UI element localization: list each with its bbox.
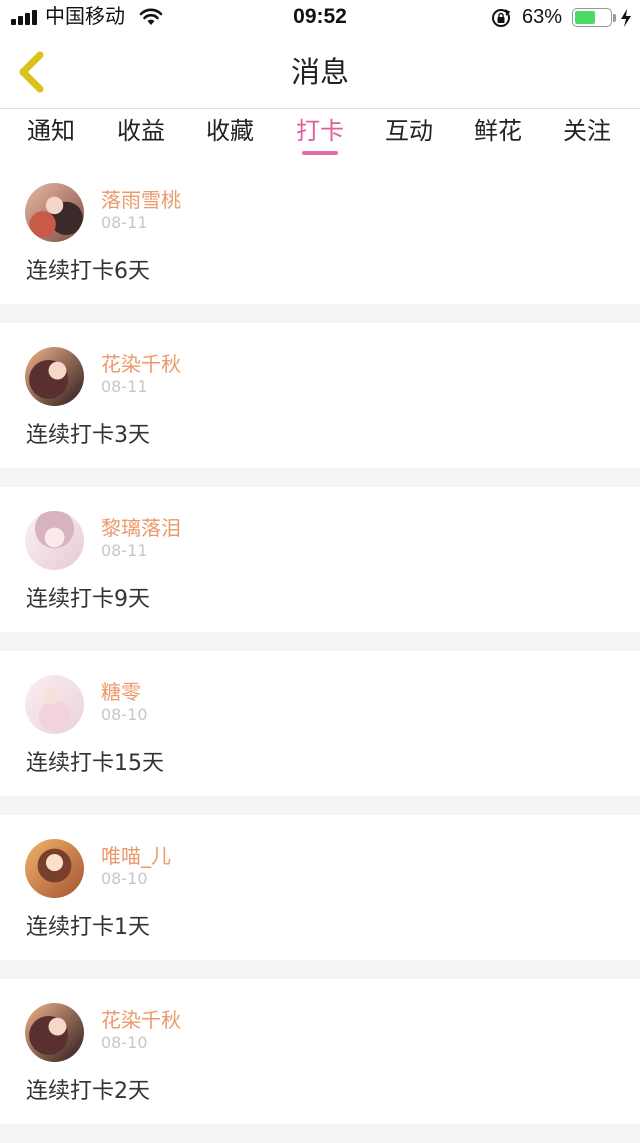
username[interactable]: 花染千秋 xyxy=(101,1007,181,1033)
username[interactable]: 花染千秋 xyxy=(101,351,181,377)
tab-5[interactable]: 互动 xyxy=(369,109,449,159)
message-text: 连续打卡9天 xyxy=(26,587,150,612)
avatar[interactable] xyxy=(25,839,84,898)
username[interactable]: 黎璃落泪 xyxy=(101,515,181,541)
charging-icon xyxy=(621,9,631,27)
avatar[interactable] xyxy=(25,183,84,242)
tab-label: 鲜花 xyxy=(474,117,522,145)
tab-label: 打卡 xyxy=(296,117,344,145)
message-date: 08-10 xyxy=(101,705,148,724)
message-date: 08-10 xyxy=(101,1033,148,1052)
avatar[interactable] xyxy=(25,1003,84,1062)
message-text: 连续打卡2天 xyxy=(26,1079,150,1104)
message-text: 连续打卡3天 xyxy=(26,423,150,448)
active-tab-indicator xyxy=(302,151,338,155)
tab-3[interactable]: 收藏 xyxy=(190,109,270,159)
tab-label: 收藏 xyxy=(206,117,254,145)
rotation-lock-icon xyxy=(492,9,511,27)
tab-label: 关注 xyxy=(563,117,611,145)
username[interactable]: 落雨雪桃 xyxy=(101,187,181,213)
page-title: 消息 xyxy=(290,55,349,89)
message-date: 08-11 xyxy=(101,541,148,560)
message-date: 08-11 xyxy=(101,377,148,396)
message-card[interactable]: 唯喵_儿 08-10 连续打卡1天 xyxy=(0,815,640,960)
tab-label: 通知 xyxy=(27,117,75,145)
tab-1[interactable]: 通知 xyxy=(11,109,91,159)
message-text: 连续打卡15天 xyxy=(26,751,164,776)
message-card[interactable]: 糖零 08-10 连续打卡15天 xyxy=(0,651,640,796)
battery-percent: 63% xyxy=(522,6,563,28)
tab-label: 互动 xyxy=(385,117,433,145)
message-card[interactable]: 花染千秋 08-10 连续打卡2天 xyxy=(0,979,640,1124)
tab-7[interactable]: 关注 xyxy=(547,109,627,159)
tab-4[interactable]: 打卡 xyxy=(280,109,360,159)
avatar[interactable] xyxy=(25,347,84,406)
username[interactable]: 糖零 xyxy=(101,679,141,705)
avatar[interactable] xyxy=(25,511,84,570)
message-date: 08-10 xyxy=(101,869,148,888)
username[interactable]: 唯喵_儿 xyxy=(101,843,171,869)
message-list: 落雨雪桃 08-11 连续打卡6天 花染千秋 08-11 连续打卡3天 黎璃落泪 08-11 连… xyxy=(0,159,640,1143)
tab-bar: 通知 收益 收藏 打卡 互动 鲜花 关注 xyxy=(0,109,640,159)
chevron-left-icon xyxy=(19,51,44,93)
tab-2[interactable]: 收益 xyxy=(101,109,181,159)
message-text: 连续打卡1天 xyxy=(26,915,150,940)
message-card[interactable]: 黎璃落泪 08-11 连续打卡9天 xyxy=(0,487,640,632)
tab-6[interactable]: 鲜花 xyxy=(458,109,538,159)
tab-label: 收益 xyxy=(117,117,165,145)
battery-icon xyxy=(572,8,612,27)
back-button[interactable] xyxy=(14,50,50,94)
battery-tip xyxy=(613,14,616,22)
message-date: 08-11 xyxy=(101,213,148,232)
nav-bar: 消息 xyxy=(0,36,640,109)
battery-level xyxy=(575,11,595,24)
message-card[interactable]: 落雨雪桃 08-11 连续打卡6天 xyxy=(0,159,640,304)
avatar[interactable] xyxy=(25,675,84,734)
status-bar: 中国移动 09:52 63% xyxy=(0,0,640,36)
message-card[interactable]: 花染千秋 08-11 连续打卡3天 xyxy=(0,323,640,468)
message-text: 连续打卡6天 xyxy=(26,259,150,284)
